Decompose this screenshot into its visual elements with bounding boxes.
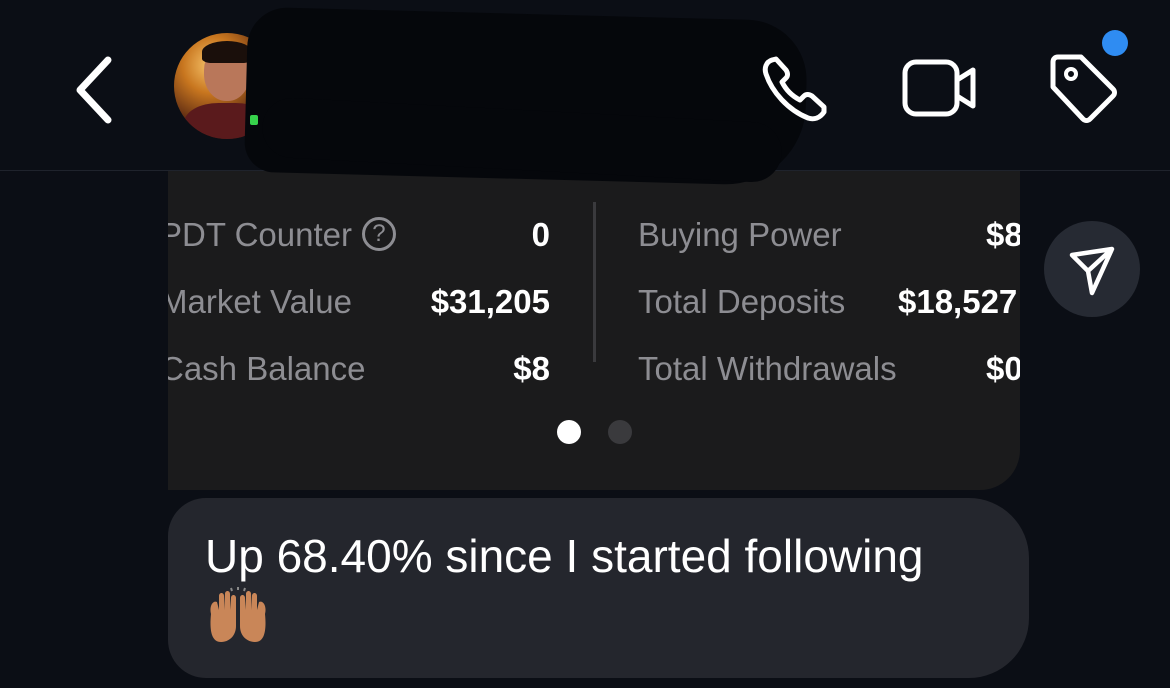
chat-header (0, 0, 1170, 187)
stat-row: Buying Power $8 (638, 210, 1020, 260)
stat-row: Total Withdrawals $0 (638, 344, 1020, 394)
stat-row: Total Deposits $18,527 (638, 277, 1020, 327)
phone-icon (762, 56, 827, 122)
chevron-left-icon (76, 56, 112, 124)
stat-label: Buying Power (638, 216, 842, 253)
stat-label: Total Withdrawals (638, 350, 897, 387)
stat-row: Market Value $31,205 (168, 277, 550, 327)
help-icon[interactable]: ? (361, 217, 396, 252)
raising-hands-emoji (205, 586, 271, 646)
page-dot[interactable] (608, 420, 632, 444)
stat-label: Cash Balance (168, 350, 366, 387)
message-text: Up 68.40% since I started following (205, 530, 924, 582)
video-camera-icon (902, 59, 976, 117)
notification-dot (1102, 30, 1128, 56)
stat-value: $0 (986, 350, 1020, 387)
shared-screenshot[interactable]: PDT Counter? 0 Market Value $31,205 Cash… (168, 160, 1020, 490)
phone-call-button[interactable] (758, 52, 832, 126)
stat-label: PDT Counter? (168, 210, 396, 260)
stat-label: Total Deposits (638, 283, 846, 320)
page-dot-active[interactable] (557, 420, 581, 444)
message-bubble[interactable]: Up 68.40% since I started following (168, 498, 1029, 678)
stat-value: $18,527 (898, 283, 1018, 320)
stat-label: Market Value (168, 283, 352, 320)
column-divider (593, 202, 596, 362)
tag-button[interactable] (1045, 50, 1121, 126)
stat-row: PDT Counter? 0 (168, 210, 550, 260)
stat-row: Cash Balance $8 (168, 344, 550, 394)
video-call-button[interactable] (900, 52, 980, 126)
back-button[interactable] (62, 50, 132, 130)
stat-value: $8 (513, 350, 550, 387)
stat-value: $31,205 (430, 283, 550, 320)
tag-icon (1050, 54, 1117, 123)
stat-value: $8 (986, 216, 1020, 253)
stat-value: 0 (531, 216, 550, 253)
share-button[interactable] (1044, 221, 1140, 317)
online-indicator (250, 115, 258, 125)
paper-plane-icon (1069, 246, 1115, 296)
